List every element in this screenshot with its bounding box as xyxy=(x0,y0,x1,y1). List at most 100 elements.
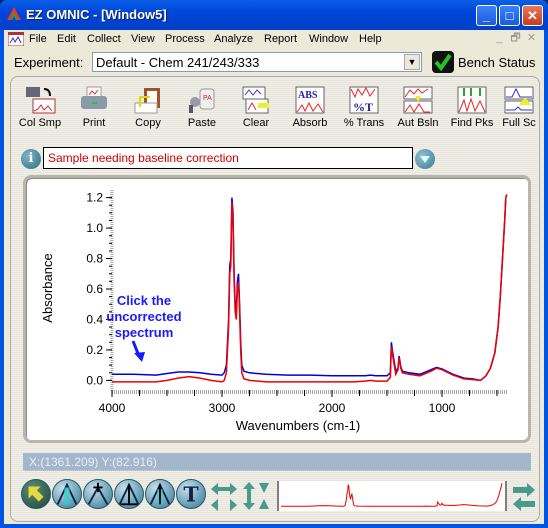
text-tool-button[interactable]: T xyxy=(176,479,206,509)
full-scale-icon xyxy=(504,86,534,114)
message-box: Sample needing baseline correction xyxy=(43,147,413,169)
menu-analyze[interactable]: Analyze xyxy=(214,33,253,45)
series-uncorrected xyxy=(112,194,508,382)
copy-label: Copy xyxy=(135,117,161,129)
clear-label: Clear xyxy=(242,117,270,129)
y-tick-label: 0.0 xyxy=(86,373,103,387)
find-pks-button[interactable]: Find Pks xyxy=(445,85,499,135)
full-sc-button[interactable]: Full Sc xyxy=(499,85,539,135)
mdi-close-button[interactable]: ✕ xyxy=(524,32,539,46)
region-tool-button[interactable] xyxy=(52,479,82,509)
percent-trans-button[interactable]: %T % Trans xyxy=(337,85,391,135)
y-tick-label: 0.8 xyxy=(86,252,103,266)
x-axis-label: Wavenumbers (cm-1) xyxy=(236,418,360,433)
spectrum-overview[interactable] xyxy=(277,481,507,511)
client-area: File Edit Collect View Process Analyze R… xyxy=(4,30,544,524)
absorbance-icon: ABS xyxy=(295,86,325,114)
col-smp-label: Col Smp xyxy=(18,117,62,129)
copy-button[interactable]: Copy xyxy=(121,85,175,135)
y-tick-label: 1.2 xyxy=(86,191,103,205)
expand-horizontal-icon xyxy=(211,483,237,511)
experiment-value: Default - Chem 241/243/333 xyxy=(96,55,260,70)
experiment-label: Experiment: xyxy=(14,55,84,70)
y-tick-label: 0.4 xyxy=(86,312,103,326)
col-smp-button[interactable]: Col Smp xyxy=(13,85,67,135)
aut-bsln-button[interactable]: Aut Bsln xyxy=(391,85,445,135)
chevron-down-icon[interactable]: ▼ xyxy=(404,54,420,70)
menu-help[interactable]: Help xyxy=(359,33,382,45)
menu-view[interactable]: View xyxy=(131,33,155,45)
series-corrected xyxy=(112,194,508,383)
coordinate-readout: X:(1361.209) Y:(82.916) xyxy=(23,453,531,471)
menu-report[interactable]: Report xyxy=(264,33,297,45)
annotation: Click the uncorrected spectrum xyxy=(106,293,181,340)
auto-baseline-icon xyxy=(403,86,433,114)
x-axis: 4000 3000 2000 1000 xyxy=(99,390,508,415)
arrow-pointer-icon xyxy=(28,486,44,502)
overview-series xyxy=(281,483,503,507)
annotation-arrow xyxy=(131,340,145,362)
spectrum-window[interactable]: 1.2 1.0 0.8 0.6 0.4 0.2 0.0 4000 3000 2000 1000 A… xyxy=(23,175,531,443)
menu-collect[interactable]: Collect xyxy=(87,33,121,45)
menu-file[interactable]: File xyxy=(29,33,47,45)
mdi-restore-button[interactable]: 🗗 xyxy=(508,32,523,46)
y-tick-label: 1.0 xyxy=(86,221,103,235)
paste-label: Paste xyxy=(187,117,217,129)
document-icon[interactable] xyxy=(8,32,24,46)
pointer-tool-button[interactable] xyxy=(21,479,51,509)
minimize-button[interactable]: _ xyxy=(476,5,497,26)
window-title: EZ OMNIC - [Window5] xyxy=(26,7,167,22)
x-tick-label: 4000 xyxy=(99,401,126,415)
x-tick-label: 3000 xyxy=(209,401,236,415)
menu-window[interactable]: Window xyxy=(309,33,348,45)
svg-text:T: T xyxy=(183,482,199,506)
menu-process[interactable]: Process xyxy=(165,33,205,45)
maximize-button[interactable]: □ xyxy=(499,5,520,26)
text-t-icon: T xyxy=(183,482,199,506)
annotation-line-3: spectrum xyxy=(115,325,174,340)
svg-text:PA: PA xyxy=(203,95,212,102)
clear-button[interactable]: Clear xyxy=(229,85,283,135)
collect-sample-icon xyxy=(26,87,56,114)
spectrum-series xyxy=(112,194,508,383)
absorb-button[interactable]: ABS Absorb xyxy=(283,85,337,135)
spectrum-plot[interactable]: 1.2 1.0 0.8 0.6 0.4 0.2 0.0 4000 3000 2000 1000 A… xyxy=(26,178,528,440)
bottom-toolbar: T xyxy=(17,479,537,515)
expand-vertical-button[interactable] xyxy=(241,481,271,511)
print-button[interactable]: Print xyxy=(67,85,121,135)
app-window: EZ OMNIC - [Window5] _ □ ✕ File Edit Col… xyxy=(0,0,548,528)
full-sc-label: Full Sc xyxy=(502,117,536,129)
omnic-logo-icon xyxy=(7,7,21,20)
clear-icon xyxy=(242,86,269,114)
main-panel: Col Smp Print Copy PA Paste Clear ABS Ab… xyxy=(10,76,540,522)
bench-status-label: Bench Status xyxy=(458,55,536,70)
annotation-line-1: Click the xyxy=(117,293,171,308)
corrected-area-tool-button[interactable] xyxy=(145,479,175,509)
corrected-area-icon xyxy=(149,482,171,505)
expand-horizontal-button[interactable] xyxy=(209,481,239,511)
bench-status-button[interactable]: Bench Status xyxy=(432,51,542,73)
info-icon[interactable]: i xyxy=(21,149,41,169)
mdi-minimize-button[interactable]: _ xyxy=(492,32,507,46)
title-bar[interactable]: EZ OMNIC - [Window5] _ □ ✕ xyxy=(0,0,548,30)
copy-icon xyxy=(134,88,160,114)
y-tick-label: 0.6 xyxy=(86,282,103,296)
print-label: Print xyxy=(82,117,106,129)
experiment-bar: Experiment: Default - Chem 241/243/333 ▼… xyxy=(4,48,544,76)
pan-arrows-button[interactable] xyxy=(511,481,537,511)
close-button[interactable]: ✕ xyxy=(522,5,543,26)
coordinates-text: X:(1361.209) Y:(82.916) xyxy=(29,455,157,469)
x-tick-label: 1000 xyxy=(429,401,456,415)
down-arrow-icon[interactable] xyxy=(415,149,435,169)
peak-height-tool-button[interactable] xyxy=(83,479,113,509)
percent-trans-label: % Trans xyxy=(343,117,385,129)
pan-arrows-icon xyxy=(513,483,535,511)
aut-bsln-label: Aut Bsln xyxy=(397,117,439,129)
peak-area-tool-button[interactable] xyxy=(114,479,144,509)
y-axis: 1.2 1.0 0.8 0.6 0.4 0.2 0.0 xyxy=(86,190,114,392)
experiment-select[interactable]: Default - Chem 241/243/333 ▼ xyxy=(92,52,422,72)
crosshair-peak-icon xyxy=(87,482,109,505)
paste-button[interactable]: PA Paste xyxy=(175,85,229,135)
overview-plot[interactable] xyxy=(277,481,507,511)
menu-edit[interactable]: Edit xyxy=(57,33,76,45)
